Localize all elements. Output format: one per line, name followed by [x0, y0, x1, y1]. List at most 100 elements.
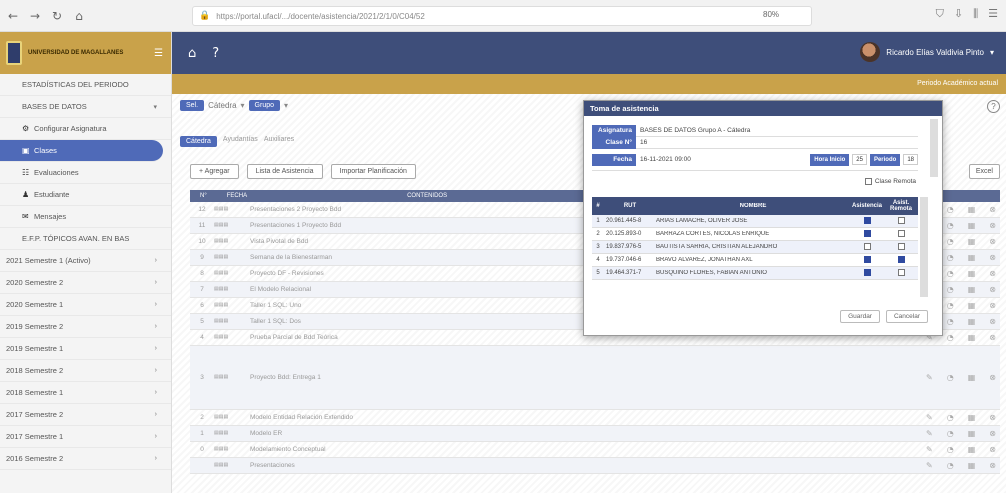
sidebar-semester[interactable]: 2020 Semestre 1 › [0, 294, 171, 316]
document-icon[interactable]: ▦ [968, 205, 976, 214]
add-button[interactable]: + Agregar [190, 164, 239, 179]
delete-icon[interactable]: ⊗ [989, 253, 996, 262]
scrollbar[interactable] [920, 197, 928, 297]
shield-icon[interactable]: ⛉ [936, 7, 944, 21]
attendance-icon[interactable]: ◔ [947, 317, 954, 326]
document-icon[interactable]: ▦ [968, 413, 976, 422]
edit-icon[interactable]: ✎ [926, 373, 933, 382]
document-icon[interactable]: ▦ [968, 269, 976, 278]
tab-ayudantias[interactable]: Ayudantías [223, 136, 258, 147]
excel-button[interactable]: Excel [968, 164, 1000, 179]
attendance-icon[interactable]: ◔ [947, 445, 954, 454]
table-row[interactable]: 2 ▤▤▤ Modelo Entidad Relación Extendido ✎ ◔ ▦… [190, 410, 1000, 426]
sidebar-item-mensajes[interactable]: ✉ Mensajes [0, 206, 171, 228]
attendance-icon[interactable]: ◔ [947, 413, 954, 422]
sidebar-semester[interactable]: 2017 Semestre 1 › [0, 426, 171, 448]
delete-icon[interactable]: ⊗ [989, 285, 996, 294]
home-icon[interactable]: ⌂ [70, 7, 88, 25]
delete-icon[interactable]: ⊗ [989, 333, 996, 342]
save-button[interactable]: Guardar [840, 310, 880, 323]
sidebar-item-clases[interactable]: ▣ Clases [0, 140, 163, 162]
remote-attendance-checkbox[interactable] [897, 229, 905, 237]
attendance-icon[interactable]: ◔ [947, 221, 954, 230]
edit-icon[interactable]: ✎ [926, 429, 933, 438]
sidebar-semester[interactable]: 2018 Semestre 2 › [0, 360, 171, 382]
sidebar-item-configurar[interactable]: ⚙ Configurar Asignatura [0, 118, 171, 140]
delete-icon[interactable]: ⊗ [989, 429, 996, 438]
document-icon[interactable]: ▦ [968, 333, 976, 342]
help-icon[interactable]: ? [987, 100, 1000, 113]
group-pill[interactable]: Grupo [248, 100, 281, 111]
table-row[interactable]: 1 ▤▤▤ Modelo ER ✎ ◔ ▦ ⊗ [190, 426, 1000, 442]
document-icon[interactable]: ▦ [968, 445, 976, 454]
sidebar-semester[interactable]: 2017 Semestre 2 › [0, 404, 171, 426]
attendance-icon[interactable]: ◔ [947, 333, 954, 342]
fecha-value[interactable]: 16-11-2021 09:00 [636, 156, 691, 163]
document-icon[interactable]: ▦ [968, 285, 976, 294]
sidebar-semester[interactable]: 2018 Semestre 1 › [0, 382, 171, 404]
delete-icon[interactable]: ⊗ [989, 317, 996, 326]
section-select[interactable]: Cátedra [208, 101, 236, 110]
attendance-checkbox[interactable] [863, 242, 871, 250]
document-icon[interactable]: ▦ [968, 317, 976, 326]
address-bar[interactable]: 🔒 https://portal.ufacl/.../docente/asist… [192, 6, 812, 26]
document-icon[interactable]: ▦ [968, 429, 976, 438]
table-row[interactable]: 0 ▤▤▤ Modelamiento Conceptual ✎ ◔ ▦ ⊗ [190, 442, 1000, 458]
delete-icon[interactable]: ⊗ [989, 445, 996, 454]
document-icon[interactable]: ▦ [968, 373, 976, 382]
hora-value[interactable]: 25 [852, 154, 867, 165]
attendance-icon[interactable]: ◔ [947, 205, 954, 214]
attendance-icon[interactable]: ◔ [947, 269, 954, 278]
import-button[interactable]: Importar Planificación [330, 164, 416, 179]
attendance-icon[interactable]: ◔ [947, 373, 954, 382]
document-icon[interactable]: ▦ [968, 221, 976, 230]
periodo-value[interactable]: 18 [903, 154, 918, 165]
sidebar-semester[interactable]: 2021 Semestre 1 (Activo) › [0, 250, 171, 272]
attendance-icon[interactable]: ◔ [947, 237, 954, 246]
delete-icon[interactable]: ⊗ [989, 237, 996, 246]
document-icon[interactable]: ▦ [968, 237, 976, 246]
remote-checkbox[interactable] [864, 178, 872, 185]
delete-icon[interactable]: ⊗ [989, 221, 996, 230]
sidebar-item-efp[interactable]: E.F.P. TÓPICOS AVAN. EN BAS [0, 228, 171, 250]
help-icon[interactable]: ? [212, 46, 219, 61]
delete-icon[interactable]: ⊗ [989, 269, 996, 278]
sidebar-semester[interactable]: 2019 Semestre 1 › [0, 338, 171, 360]
back-icon[interactable]: ← [4, 7, 22, 25]
sidebar-semester[interactable]: 2016 Semestre 2 › [0, 448, 171, 470]
zoom-level[interactable]: 80% [763, 10, 779, 19]
attendance-icon[interactable]: ◔ [947, 429, 954, 438]
scrollbar[interactable] [930, 119, 938, 177]
attendance-checkbox[interactable] [863, 216, 871, 224]
cancel-button[interactable]: Cancelar [885, 310, 928, 323]
delete-icon[interactable]: ⊗ [989, 205, 996, 214]
attendance-checkbox[interactable] [863, 229, 871, 237]
sidebar-semester[interactable]: 2020 Semestre 2 › [0, 272, 171, 294]
sidebar-semester[interactable]: 2019 Semestre 2 › [0, 316, 171, 338]
remote-attendance-checkbox[interactable] [897, 268, 905, 276]
edit-icon[interactable]: ✎ [926, 413, 933, 422]
remote-class-toggle[interactable]: Clase Remota [864, 178, 916, 185]
download-icon[interactable]: ⇩ [954, 7, 963, 21]
attendance-icon[interactable]: ◔ [947, 461, 954, 470]
delete-icon[interactable]: ⊗ [989, 461, 996, 470]
edit-icon[interactable]: ✎ [926, 461, 933, 470]
remote-attendance-checkbox[interactable] [897, 216, 905, 224]
menu-icon[interactable]: ☰ [988, 7, 998, 21]
attendance-icon[interactable]: ◔ [947, 285, 954, 294]
attendance-icon[interactable]: ◔ [947, 253, 954, 262]
tab-auxiliares[interactable]: Auxiliares [264, 136, 294, 147]
user-menu[interactable]: Ricardo Elías Valdivia Pinto ▾ [860, 42, 994, 62]
document-icon[interactable]: ▦ [968, 461, 976, 470]
edit-icon[interactable]: ✎ [926, 445, 933, 454]
delete-icon[interactable]: ⊗ [989, 301, 996, 310]
forward-icon[interactable]: → [26, 7, 44, 25]
document-icon[interactable]: ▦ [968, 253, 976, 262]
table-row[interactable]: ▤▤▤ Presentaciones ✎ ◔ ▦ ⊗ [190, 458, 1000, 474]
tab-catedra[interactable]: Cátedra [180, 136, 217, 147]
sidebar-item-bases-de-datos[interactable]: BASES DE DATOS ▾ [0, 96, 171, 118]
attendance-list-button[interactable]: Lista de Asistencia [246, 164, 323, 179]
home-icon[interactable]: ⌂ [188, 46, 196, 61]
document-icon[interactable]: ▦ [968, 301, 976, 310]
sidebar-item-evaluaciones[interactable]: ☷ Evaluaciones [0, 162, 171, 184]
